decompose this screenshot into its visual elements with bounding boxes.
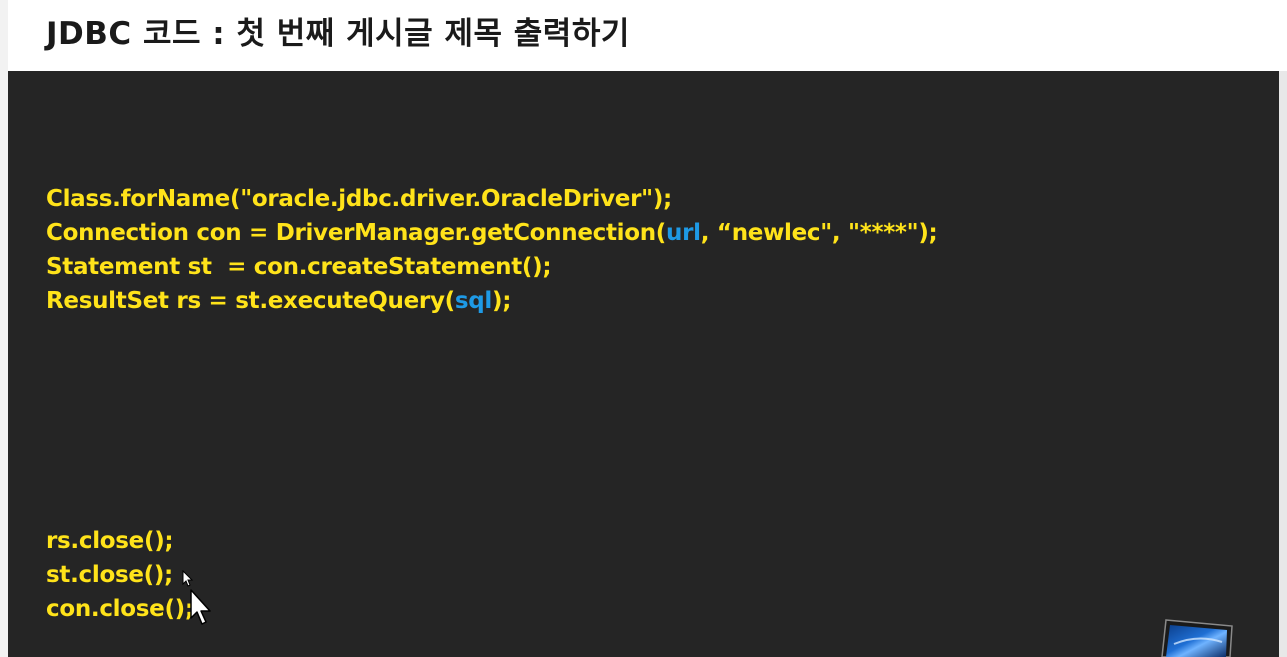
code-line-st-close: st.close(); (46, 562, 173, 588)
left-margin-strip (0, 0, 8, 657)
slide-title: JDBC 코드 : 첫 번째 게시글 제목 출력하기 (46, 16, 630, 52)
code-text: Connection con = DriverManager.getConnec… (46, 220, 667, 246)
code-line-rs-close: rs.close(); (46, 528, 174, 554)
code-text: ResultSet rs = st.executeQuery( (46, 288, 455, 314)
code-text: , “newlec", "****"); (700, 220, 938, 246)
code-line-statement: Statement st = con.createStatement(); (46, 254, 552, 280)
code-var-sql: sql (454, 288, 493, 314)
code-text: ); (492, 288, 512, 314)
slide-header: JDBC 코드 : 첫 번째 게시글 제목 출력하기 (8, 0, 1287, 71)
code-line-class-forname: Class.forName("oracle.jdbc.driver.Oracle… (46, 186, 672, 212)
code-var-url: url (666, 220, 701, 246)
monitor-icon[interactable] (1160, 614, 1236, 657)
mouse-pointer-icon (190, 589, 211, 625)
code-line-con-close: con.close(); (46, 596, 194, 622)
right-gutter (1279, 71, 1287, 657)
code-line-connection: Connection con = DriverManager.getConnec… (46, 220, 938, 246)
code-line-resultset: ResultSet rs = st.executeQuery(sql); (46, 288, 511, 314)
code-panel: Class.forName("oracle.jdbc.driver.Oracle… (8, 71, 1279, 657)
small-pointer-icon (182, 570, 194, 587)
